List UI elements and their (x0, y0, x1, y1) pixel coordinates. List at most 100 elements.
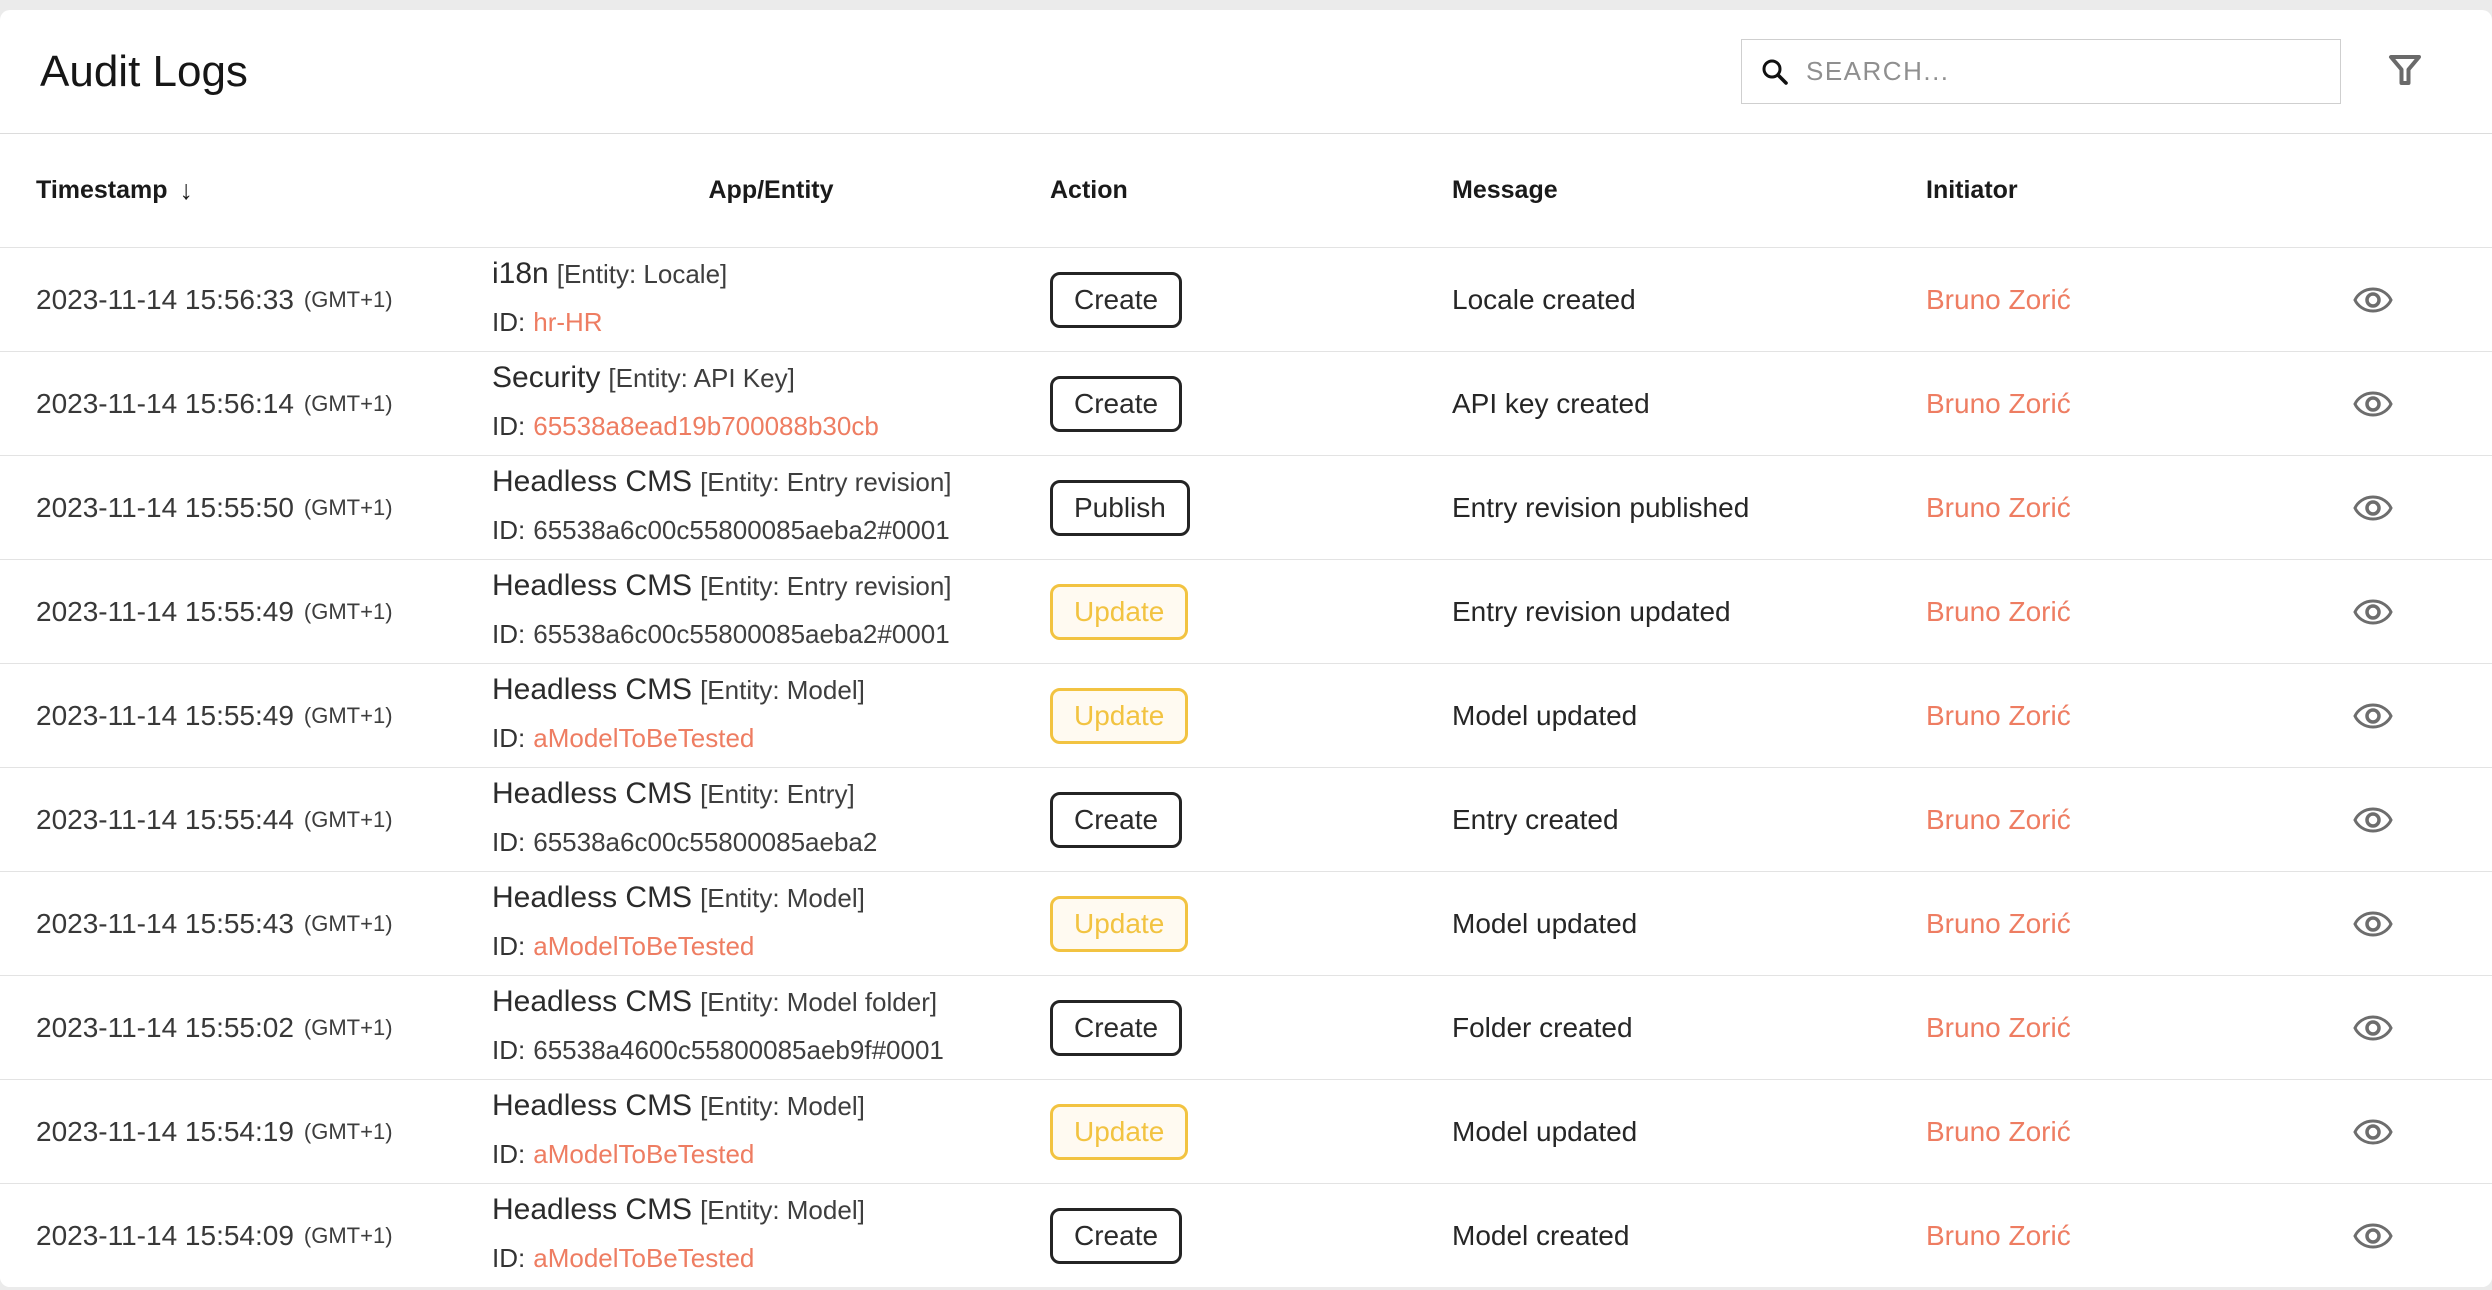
entity-type: [Entity: Locale] (556, 259, 728, 289)
entity-type: [Entity: API Key] (608, 363, 795, 393)
cell-initiator: Bruno Zorić (1926, 1220, 2290, 1252)
initiator-link[interactable]: Bruno Zorić (1926, 388, 2071, 420)
id-label: ID: (492, 307, 526, 337)
filter-button[interactable] (2388, 54, 2422, 89)
cell-timestamp: 2023-11-14 15:54:19 (GMT+1) (0, 1116, 492, 1148)
action-badge: Create (1050, 791, 1183, 848)
column-header-action: Action (1050, 176, 1452, 205)
initiator-link[interactable]: Bruno Zorić (1926, 908, 2071, 940)
app-name: Headless CMS (492, 673, 693, 706)
id-label: ID: (492, 1139, 526, 1169)
initiator-link[interactable]: Bruno Zorić (1926, 492, 2071, 524)
timezone-label: (GMT+1) (303, 390, 393, 416)
entity-id-link[interactable]: aModelToBeTested (533, 931, 754, 961)
app-name: Headless CMS (492, 1193, 693, 1226)
cell-view (2290, 285, 2492, 315)
initiator-link[interactable]: Bruno Zorić (1926, 596, 2071, 628)
search-input[interactable] (1806, 56, 2322, 87)
eye-icon[interactable] (2353, 701, 2393, 731)
cell-message: Model updated (1452, 908, 1926, 940)
entity-id-link[interactable]: aModelToBeTested (533, 1139, 754, 1169)
eye-icon[interactable] (2353, 1117, 2393, 1147)
column-label-initiator: Initiator (1926, 176, 2018, 204)
message-text: Entry revision updated (1452, 595, 1731, 627)
table-row: 2023-11-14 15:55:02 (GMT+1) Headless CMS[… (0, 975, 2492, 1079)
message-text: Entry revision published (1452, 491, 1750, 523)
column-header-app-entity: App/Entity (492, 176, 1050, 205)
eye-icon[interactable] (2353, 909, 2393, 939)
timezone-label: (GMT+1) (303, 702, 393, 728)
cell-app-entity: Headless CMS [Entity: Model] ID: aModelToB… (492, 672, 1050, 759)
initiator-link[interactable]: Bruno Zorić (1926, 700, 2071, 732)
entity-id-link[interactable]: aModelToBeTested (533, 723, 754, 753)
cell-action: Update (1050, 1103, 1452, 1160)
entity-id: 65538a6c00c55800085aeba2#0001 (533, 515, 950, 545)
eye-icon[interactable] (2353, 1221, 2393, 1251)
eye-icon[interactable] (2353, 597, 2393, 627)
id-label: ID: (492, 411, 526, 441)
cell-view (2290, 805, 2492, 835)
initiator-link[interactable]: Bruno Zorić (1926, 1220, 2071, 1252)
search-box[interactable] (1741, 39, 2341, 104)
eye-icon[interactable] (2353, 1013, 2393, 1043)
initiator-link[interactable]: Bruno Zorić (1926, 804, 2071, 836)
entity-type: [Entity: Model] (700, 883, 865, 913)
cell-initiator: Bruno Zorić (1926, 1116, 2290, 1148)
cell-action: Update (1050, 895, 1452, 952)
initiator-link[interactable]: Bruno Zorić (1926, 1116, 2071, 1148)
timestamp-text: 2023-11-14 15:54:09 (36, 1219, 294, 1251)
eye-icon[interactable] (2353, 285, 2393, 315)
entity-id-link[interactable]: hr-HR (533, 307, 602, 337)
table-row: 2023-11-14 15:54:09 (GMT+1) Headless CMS[… (0, 1183, 2492, 1287)
timezone-label: (GMT+1) (303, 910, 393, 936)
app-name: Headless CMS (492, 465, 693, 498)
action-badge: Update (1050, 895, 1189, 952)
cell-message: Entry revision updated (1452, 596, 1926, 628)
cell-timestamp: 2023-11-14 15:55:44 (GMT+1) (0, 804, 492, 836)
timestamp-text: 2023-11-14 15:55:43 (36, 907, 294, 939)
timezone-label: (GMT+1) (303, 1014, 393, 1040)
cell-message: Model updated (1452, 1116, 1926, 1148)
entity-id-link[interactable]: aModelToBeTested (533, 1243, 754, 1273)
cell-message: Model created (1452, 1220, 1926, 1252)
cell-action: Create (1050, 791, 1452, 848)
cell-view (2290, 1117, 2492, 1147)
cell-app-entity: Headless CMS [Entity: Model] ID: aModelToB… (492, 1192, 1050, 1279)
table-row: 2023-11-14 15:55:49 (GMT+1) Headless CMS[… (0, 663, 2492, 767)
initiator-link[interactable]: Bruno Zorić (1926, 1012, 2071, 1044)
column-header-timestamp[interactable]: Timestamp ↓ (0, 175, 492, 206)
table-row: 2023-11-14 15:56:33 (GMT+1) i18n [Entity: … (0, 247, 2492, 351)
entity-id-link[interactable]: 65538a8ead19b700088b30cb (533, 411, 879, 441)
cell-view (2290, 1221, 2492, 1251)
cell-message: Entry revision published (1452, 492, 1926, 524)
eye-icon[interactable] (2353, 389, 2393, 419)
cell-view (2290, 909, 2492, 939)
table-row: 2023-11-14 15:54:19 (GMT+1) Headless CMS[… (0, 1079, 2492, 1183)
timezone-label: (GMT+1) (303, 286, 393, 312)
timestamp-text: 2023-11-14 15:55:49 (36, 595, 294, 627)
cell-action: Update (1050, 687, 1452, 744)
timestamp-text: 2023-11-14 15:55:02 (36, 1011, 294, 1043)
eye-icon[interactable] (2353, 805, 2393, 835)
cell-app-entity: i18n [Entity: Locale] ID: hr-HR (492, 256, 1050, 343)
entity-type: [Entity: Model] (700, 1195, 865, 1225)
app-name: Security (492, 361, 601, 394)
entity-type: [Entity: Entry] (700, 779, 855, 809)
table-row: 2023-11-14 15:55:49 (GMT+1) Headless CMS[… (0, 559, 2492, 663)
cell-timestamp: 2023-11-14 15:55:43 (GMT+1) (0, 908, 492, 940)
table-row: 2023-11-14 15:56:14 (GMT+1) Security [Enti… (0, 351, 2492, 455)
cell-action: Update (1050, 583, 1452, 640)
cell-initiator: Bruno Zorić (1926, 284, 2290, 316)
message-text: Model updated (1452, 699, 1638, 731)
table-header: Timestamp ↓ App/Entity Action Message In… (0, 134, 2492, 247)
cell-timestamp: 2023-11-14 15:56:14 (GMT+1) (0, 388, 492, 420)
id-label: ID: (492, 619, 526, 649)
entity-id: 65538a6c00c55800085aeba2#0001 (533, 619, 950, 649)
initiator-link[interactable]: Bruno Zorić (1926, 284, 2071, 316)
timezone-label: (GMT+1) (303, 598, 393, 624)
table-row: 2023-11-14 15:55:50 (GMT+1) Headless CMS[… (0, 455, 2492, 559)
entity-type: [Entity: Entry revision] (700, 467, 952, 497)
cell-timestamp: 2023-11-14 15:55:49 (GMT+1) (0, 596, 492, 628)
cell-timestamp: 2023-11-14 15:55:49 (GMT+1) (0, 700, 492, 732)
eye-icon[interactable] (2353, 493, 2393, 523)
